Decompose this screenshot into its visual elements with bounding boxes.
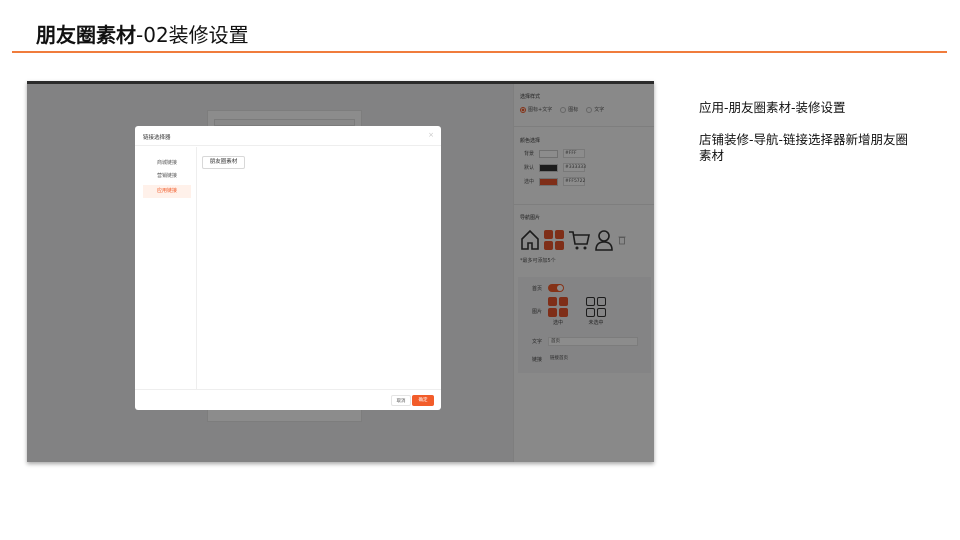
modal-footer: 取消 确定 — [135, 389, 441, 410]
modal-title: 链接选择器 — [143, 135, 171, 141]
slide-notes: 应用-朋友圈素材-装修设置 店铺装修-导航-链接选择器新增朋友圈素材 — [699, 100, 909, 180]
note-line: 店铺装修-导航-链接选择器新增朋友圈素材 — [699, 132, 909, 163]
confirm-button[interactable]: 确定 — [412, 395, 434, 406]
cancel-button[interactable]: 取消 — [391, 395, 411, 406]
page-title-rest: -02装修设置 — [136, 23, 249, 47]
menu-item-app-links[interactable]: 应用链接 — [143, 185, 191, 198]
menu-item-mall-links[interactable]: 商城链接 — [143, 157, 191, 170]
note-line: 应用-朋友圈素材-装修设置 — [699, 100, 846, 115]
modal-header: 链接选择器 × — [135, 126, 441, 146]
screenshot-window: 选择样式 图标+文字 图标 文字 颜色选择 背景 #FFF 默认 #333333… — [27, 81, 654, 462]
page-title-bold: 朋友圈素材 — [36, 23, 136, 47]
close-icon[interactable]: × — [428, 131, 434, 139]
title-divider — [12, 51, 947, 53]
moments-material-link-option[interactable]: 朋友圈素材 — [202, 156, 245, 169]
page-title: 朋友圈素材-02装修设置 — [36, 19, 249, 48]
link-selector-modal: 链接选择器 × 商城链接 营销链接 应用链接 朋友圈素材 取消 确定 — [135, 126, 441, 410]
menu-item-marketing-links[interactable]: 营销链接 — [143, 170, 191, 183]
link-category-menu: 商城链接 营销链接 应用链接 — [135, 147, 197, 389]
